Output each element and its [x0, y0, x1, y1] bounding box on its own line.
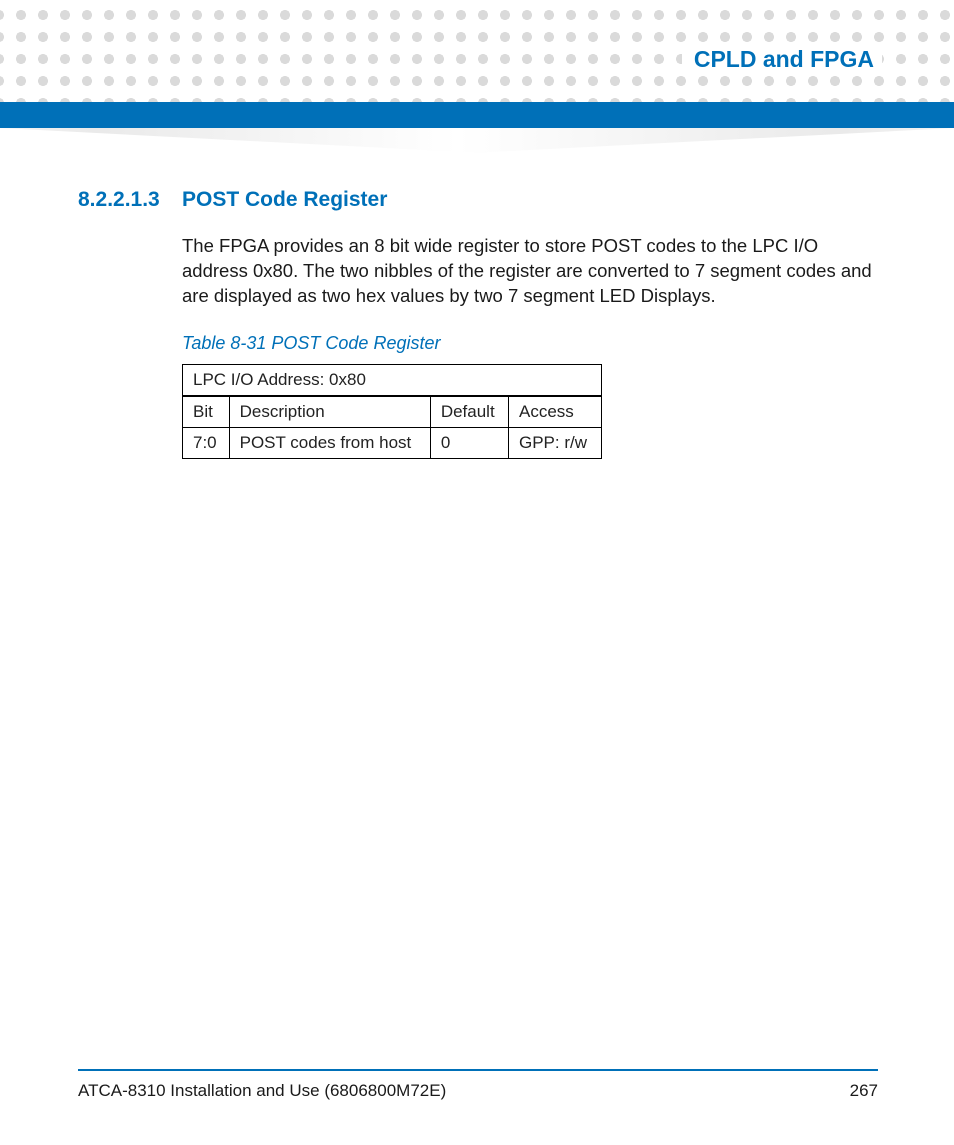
table-header-bit: Bit — [183, 396, 230, 428]
table-row: 7:0 POST codes from host 0 GPP: r/w — [183, 427, 602, 458]
chapter-title: CPLD and FPGA — [682, 44, 882, 75]
section-body: The FPGA provides an 8 bit wide register… — [182, 234, 878, 309]
cell-default: 0 — [430, 427, 508, 458]
page-content: 8.2.2.1.3 POST Code Register The FPGA pr… — [78, 188, 878, 459]
page-footer: ATCA-8310 Installation and Use (6806800M… — [78, 1069, 878, 1101]
cell-bit: 7:0 — [183, 427, 230, 458]
footer-page-number: 267 — [850, 1081, 878, 1101]
table-address-cell: LPC I/O Address: 0x80 — [183, 364, 602, 396]
cell-access: GPP: r/w — [509, 427, 602, 458]
table-header-description: Description — [229, 396, 430, 428]
register-table: LPC I/O Address: 0x80 Bit Description De… — [182, 364, 602, 459]
footer-doc-title: ATCA-8310 Installation and Use (6806800M… — [78, 1081, 446, 1101]
section-number: 8.2.2.1.3 — [78, 188, 162, 212]
section-title: POST Code Register — [182, 188, 387, 212]
cell-description: POST codes from host — [229, 427, 430, 458]
table-header-default: Default — [430, 396, 508, 428]
table-caption: Table 8-31 POST Code Register — [182, 333, 878, 354]
table-header-access: Access — [509, 396, 602, 428]
section-heading: 8.2.2.1.3 POST Code Register — [78, 188, 878, 212]
table-address-row: LPC I/O Address: 0x80 — [183, 364, 602, 396]
header-blue-bar — [0, 102, 954, 128]
table-header-row: Bit Description Default Access — [183, 396, 602, 428]
header-gradient-wedge — [0, 128, 954, 154]
